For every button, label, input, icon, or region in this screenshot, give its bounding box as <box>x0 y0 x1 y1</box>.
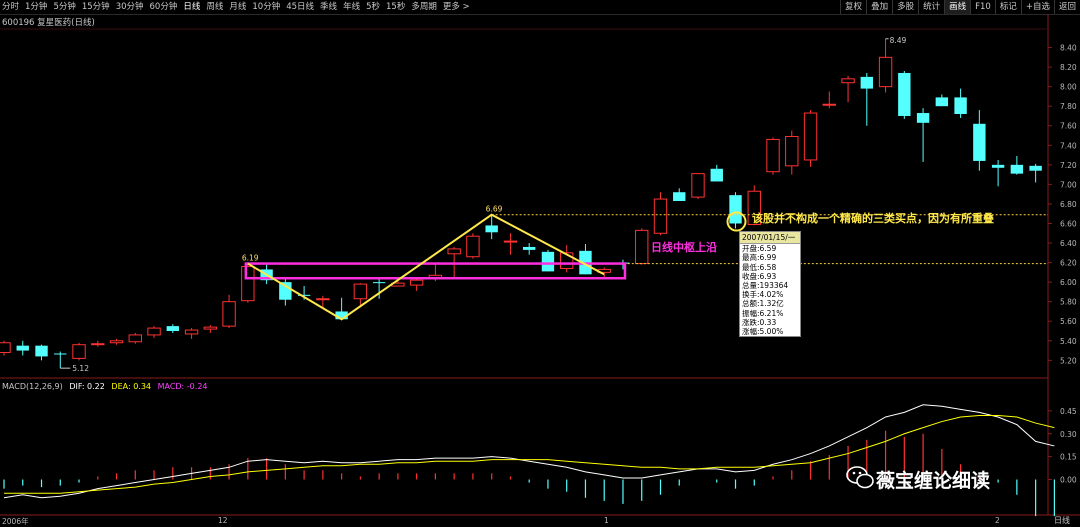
price-tick-label: 6.80 <box>1060 200 1077 209</box>
candle-info-tooltip: 2007/01/15/一 开盘:6.59 最高:6.99 最低:6.58 收盘:6.9… <box>739 231 801 338</box>
macd-value: MACD: -0.24 <box>157 382 208 391</box>
candle-body <box>822 103 836 106</box>
high-price-label: 8.49 <box>890 36 907 45</box>
candle-body <box>485 225 498 233</box>
date-label: 2006年 <box>2 517 29 526</box>
price-tick-label: 6.40 <box>1060 239 1077 248</box>
candle-body <box>16 345 29 351</box>
tooltip-row: 收盘:6.93 <box>742 271 777 281</box>
date-label: 12 <box>218 516 228 525</box>
candle-body <box>541 251 555 272</box>
macd-dea: DEA: 0.34 <box>111 382 152 391</box>
macd-tick-label: 0.45 <box>1060 407 1077 416</box>
candle-body <box>372 282 386 284</box>
tooltip-row: 涨幅:5.00% <box>742 327 784 337</box>
date-label: 1 <box>604 516 609 525</box>
tooltip-row: 总额:1.32亿 <box>742 299 784 309</box>
candle-body <box>691 173 705 198</box>
candle-body <box>35 345 48 357</box>
price-tick-label: 7.80 <box>1060 102 1077 111</box>
candle-body <box>353 283 368 300</box>
candle-body <box>128 334 142 343</box>
candle-body <box>0 342 11 354</box>
candle-body <box>841 78 855 84</box>
candle-body <box>1010 164 1024 174</box>
candle-body <box>803 112 818 161</box>
macd-dif: DIF: 0.22 <box>69 382 105 391</box>
period-label: 日线 <box>1054 516 1070 525</box>
candle-body <box>973 123 986 161</box>
candle-body <box>447 248 461 255</box>
candle-body <box>898 72 911 116</box>
zhongshu-label: 日线中枢上沿 <box>651 241 717 254</box>
candle-body <box>991 164 1005 168</box>
candle-body <box>316 298 330 301</box>
candle-body <box>91 343 105 346</box>
price-tick-label: 7.40 <box>1060 141 1077 150</box>
candle-body <box>1029 165 1042 171</box>
candle-body <box>466 235 480 258</box>
candle-body <box>954 97 967 115</box>
price-tick-label: 5.80 <box>1060 298 1077 307</box>
watermark-text: 薇宝缠论细读 <box>876 470 991 492</box>
tooltip-row: 涨跌:0.33 <box>742 317 777 327</box>
price-tick-label: 6.60 <box>1060 219 1077 228</box>
candle-body <box>109 340 124 344</box>
candle-body <box>916 113 930 123</box>
price-tick-label: 7.00 <box>1060 180 1077 189</box>
candle-body <box>184 329 199 335</box>
candle-body <box>935 97 949 107</box>
macd-tick-label: 0.30 <box>1060 430 1077 439</box>
annotation-text: 该股并不构成一个精确的三类买点，因为有所重叠 <box>752 212 994 225</box>
candle-body <box>147 327 161 336</box>
price-tick-label: 8.20 <box>1060 63 1077 72</box>
wechat-icon <box>846 466 874 489</box>
candle-body <box>54 353 67 355</box>
price-tick-label: 7.60 <box>1060 122 1077 131</box>
candle-body <box>766 138 780 173</box>
macd-name: MACD(12,26,9) <box>2 382 63 391</box>
price-tick-label: 6.20 <box>1060 259 1077 268</box>
price-tick-label: 8.40 <box>1060 44 1077 53</box>
date-axis: 2006年 12 1 2 <box>0 515 1048 526</box>
candle-body <box>729 195 742 224</box>
tooltip-row: 振幅:6.21% <box>742 308 784 318</box>
candle-body <box>222 301 236 327</box>
candle-body <box>409 279 424 286</box>
low-price-label: 5.12 <box>72 364 89 373</box>
candle-body <box>878 56 893 88</box>
price-tick-label: 5.20 <box>1060 356 1077 365</box>
price-tick-label: 5.40 <box>1060 337 1077 346</box>
price-tick-label: 7.20 <box>1060 161 1077 170</box>
candle-body <box>203 326 218 330</box>
price-tick-label: 5.60 <box>1060 317 1077 326</box>
zhongshu-top-label: 6.19 <box>242 254 259 263</box>
candle-body <box>241 266 255 302</box>
candle-body <box>860 76 874 89</box>
candle-body <box>503 240 518 243</box>
tooltip-date: 2007/01/15/一 <box>740 232 800 245</box>
candle-body <box>785 135 799 167</box>
candle-body <box>522 246 536 250</box>
macd-legend: MACD(12,26,9) DIF: 0.22 DEA: 0.34 MACD: … <box>2 382 208 391</box>
macd-tick-label: 0.15 <box>1060 453 1077 462</box>
candle-body <box>673 192 686 202</box>
tooltip-row: 最高:6.99 <box>742 253 777 263</box>
candle-body <box>710 168 723 182</box>
price-tick-label: 8.00 <box>1060 83 1077 92</box>
date-label: 2 <box>995 516 1000 525</box>
candle-body <box>72 344 86 359</box>
candle-body <box>653 198 668 234</box>
peak-price-label: 6.69 <box>486 205 503 214</box>
tooltip-row: 总量:193364 <box>742 281 789 291</box>
candle-body <box>166 326 180 332</box>
macd-tick-label: 0.00 <box>1060 476 1077 485</box>
price-chart[interactable]: 8.40 8.20 8.00 7.80 7.60 7.40 7.20 7.00 6.80 6.60… <box>0 0 1080 526</box>
candle-body <box>635 229 649 265</box>
tooltip-row: 最低:6.58 <box>742 262 777 272</box>
price-tick-label: 6.00 <box>1060 278 1077 287</box>
